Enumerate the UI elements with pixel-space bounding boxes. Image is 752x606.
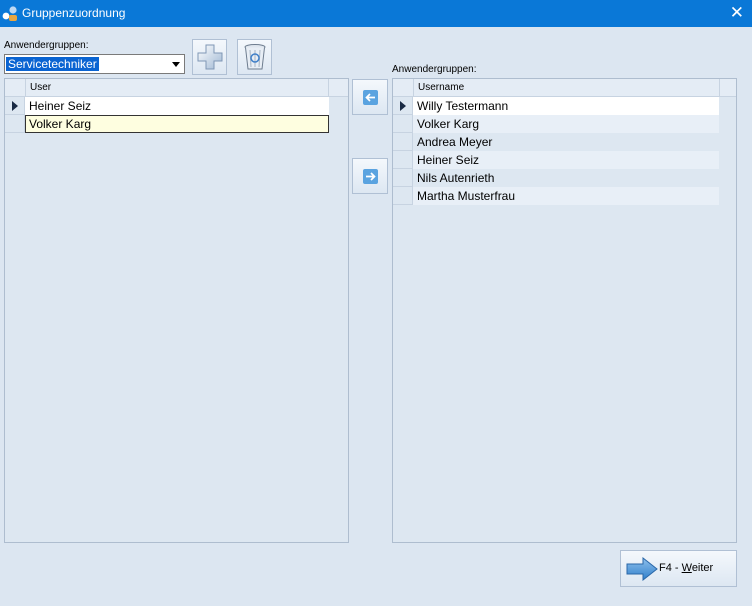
- row-selector[interactable]: [393, 187, 413, 205]
- table-cell[interactable]: Martha Musterfrau: [413, 187, 719, 205]
- app-icon: [2, 6, 17, 21]
- recycle-bin-icon: [244, 44, 265, 70]
- table-cell[interactable]: Volker Karg: [25, 115, 329, 133]
- table-cell[interactable]: Willy Testermann: [413, 97, 719, 115]
- plus-icon: [197, 44, 222, 70]
- table-cell[interactable]: Heiner Seiz: [413, 151, 719, 169]
- title-bar: Gruppenzuordnung ✕: [0, 0, 752, 27]
- table-row[interactable]: Andrea Meyer: [393, 133, 719, 151]
- row-selector[interactable]: [393, 115, 413, 133]
- left-group-label: Anwendergruppen:: [4, 40, 89, 51]
- grid-header: Username: [393, 79, 736, 97]
- row-selector[interactable]: [393, 151, 413, 169]
- move-right-button[interactable]: [352, 158, 388, 194]
- next-button-label: F4 - Weiter: [659, 562, 714, 574]
- group-select-value: Servicetechniker: [6, 57, 99, 71]
- table-cell[interactable]: Andrea Meyer: [413, 133, 719, 151]
- table-row[interactable]: Volker Karg: [5, 115, 329, 133]
- table-row[interactable]: Heiner Seiz: [5, 97, 329, 115]
- next-button[interactable]: F4 - Weiter: [620, 550, 737, 587]
- close-icon[interactable]: ✕: [730, 3, 744, 23]
- column-header-username[interactable]: Username: [418, 82, 464, 93]
- right-group-label: Anwendergruppen:: [392, 64, 477, 75]
- arrow-left-icon: [362, 89, 378, 105]
- row-selector[interactable]: [393, 133, 413, 151]
- add-group-button[interactable]: [192, 39, 227, 75]
- column-header-user[interactable]: User: [30, 82, 51, 93]
- row-selector[interactable]: [5, 115, 25, 133]
- current-row-icon: [400, 101, 406, 111]
- table-cell[interactable]: Heiner Seiz: [25, 97, 329, 115]
- right-user-grid[interactable]: Username Willy Testermann Volker Karg An…: [392, 78, 737, 543]
- row-selector[interactable]: [5, 97, 25, 115]
- big-arrow-right-icon: [626, 557, 658, 581]
- chevron-down-icon[interactable]: [167, 55, 184, 73]
- grid-header: User: [5, 79, 348, 97]
- table-cell[interactable]: Volker Karg: [413, 115, 719, 133]
- row-selector[interactable]: [393, 97, 413, 115]
- table-cell[interactable]: Nils Autenrieth: [413, 169, 719, 187]
- table-row[interactable]: Willy Testermann: [393, 97, 719, 115]
- delete-group-button[interactable]: [237, 39, 272, 75]
- table-row[interactable]: Volker Karg: [393, 115, 719, 133]
- table-row[interactable]: Nils Autenrieth: [393, 169, 719, 187]
- group-select[interactable]: Servicetechniker: [4, 54, 185, 74]
- table-row[interactable]: Martha Musterfrau: [393, 187, 719, 205]
- left-user-grid[interactable]: User Heiner Seiz Volker Karg: [4, 78, 349, 543]
- arrow-right-icon: [362, 168, 378, 184]
- move-left-button[interactable]: [352, 79, 388, 115]
- table-row[interactable]: Heiner Seiz: [393, 151, 719, 169]
- row-selector[interactable]: [393, 169, 413, 187]
- current-row-icon: [12, 101, 18, 111]
- window-title: Gruppenzuordnung: [22, 6, 126, 20]
